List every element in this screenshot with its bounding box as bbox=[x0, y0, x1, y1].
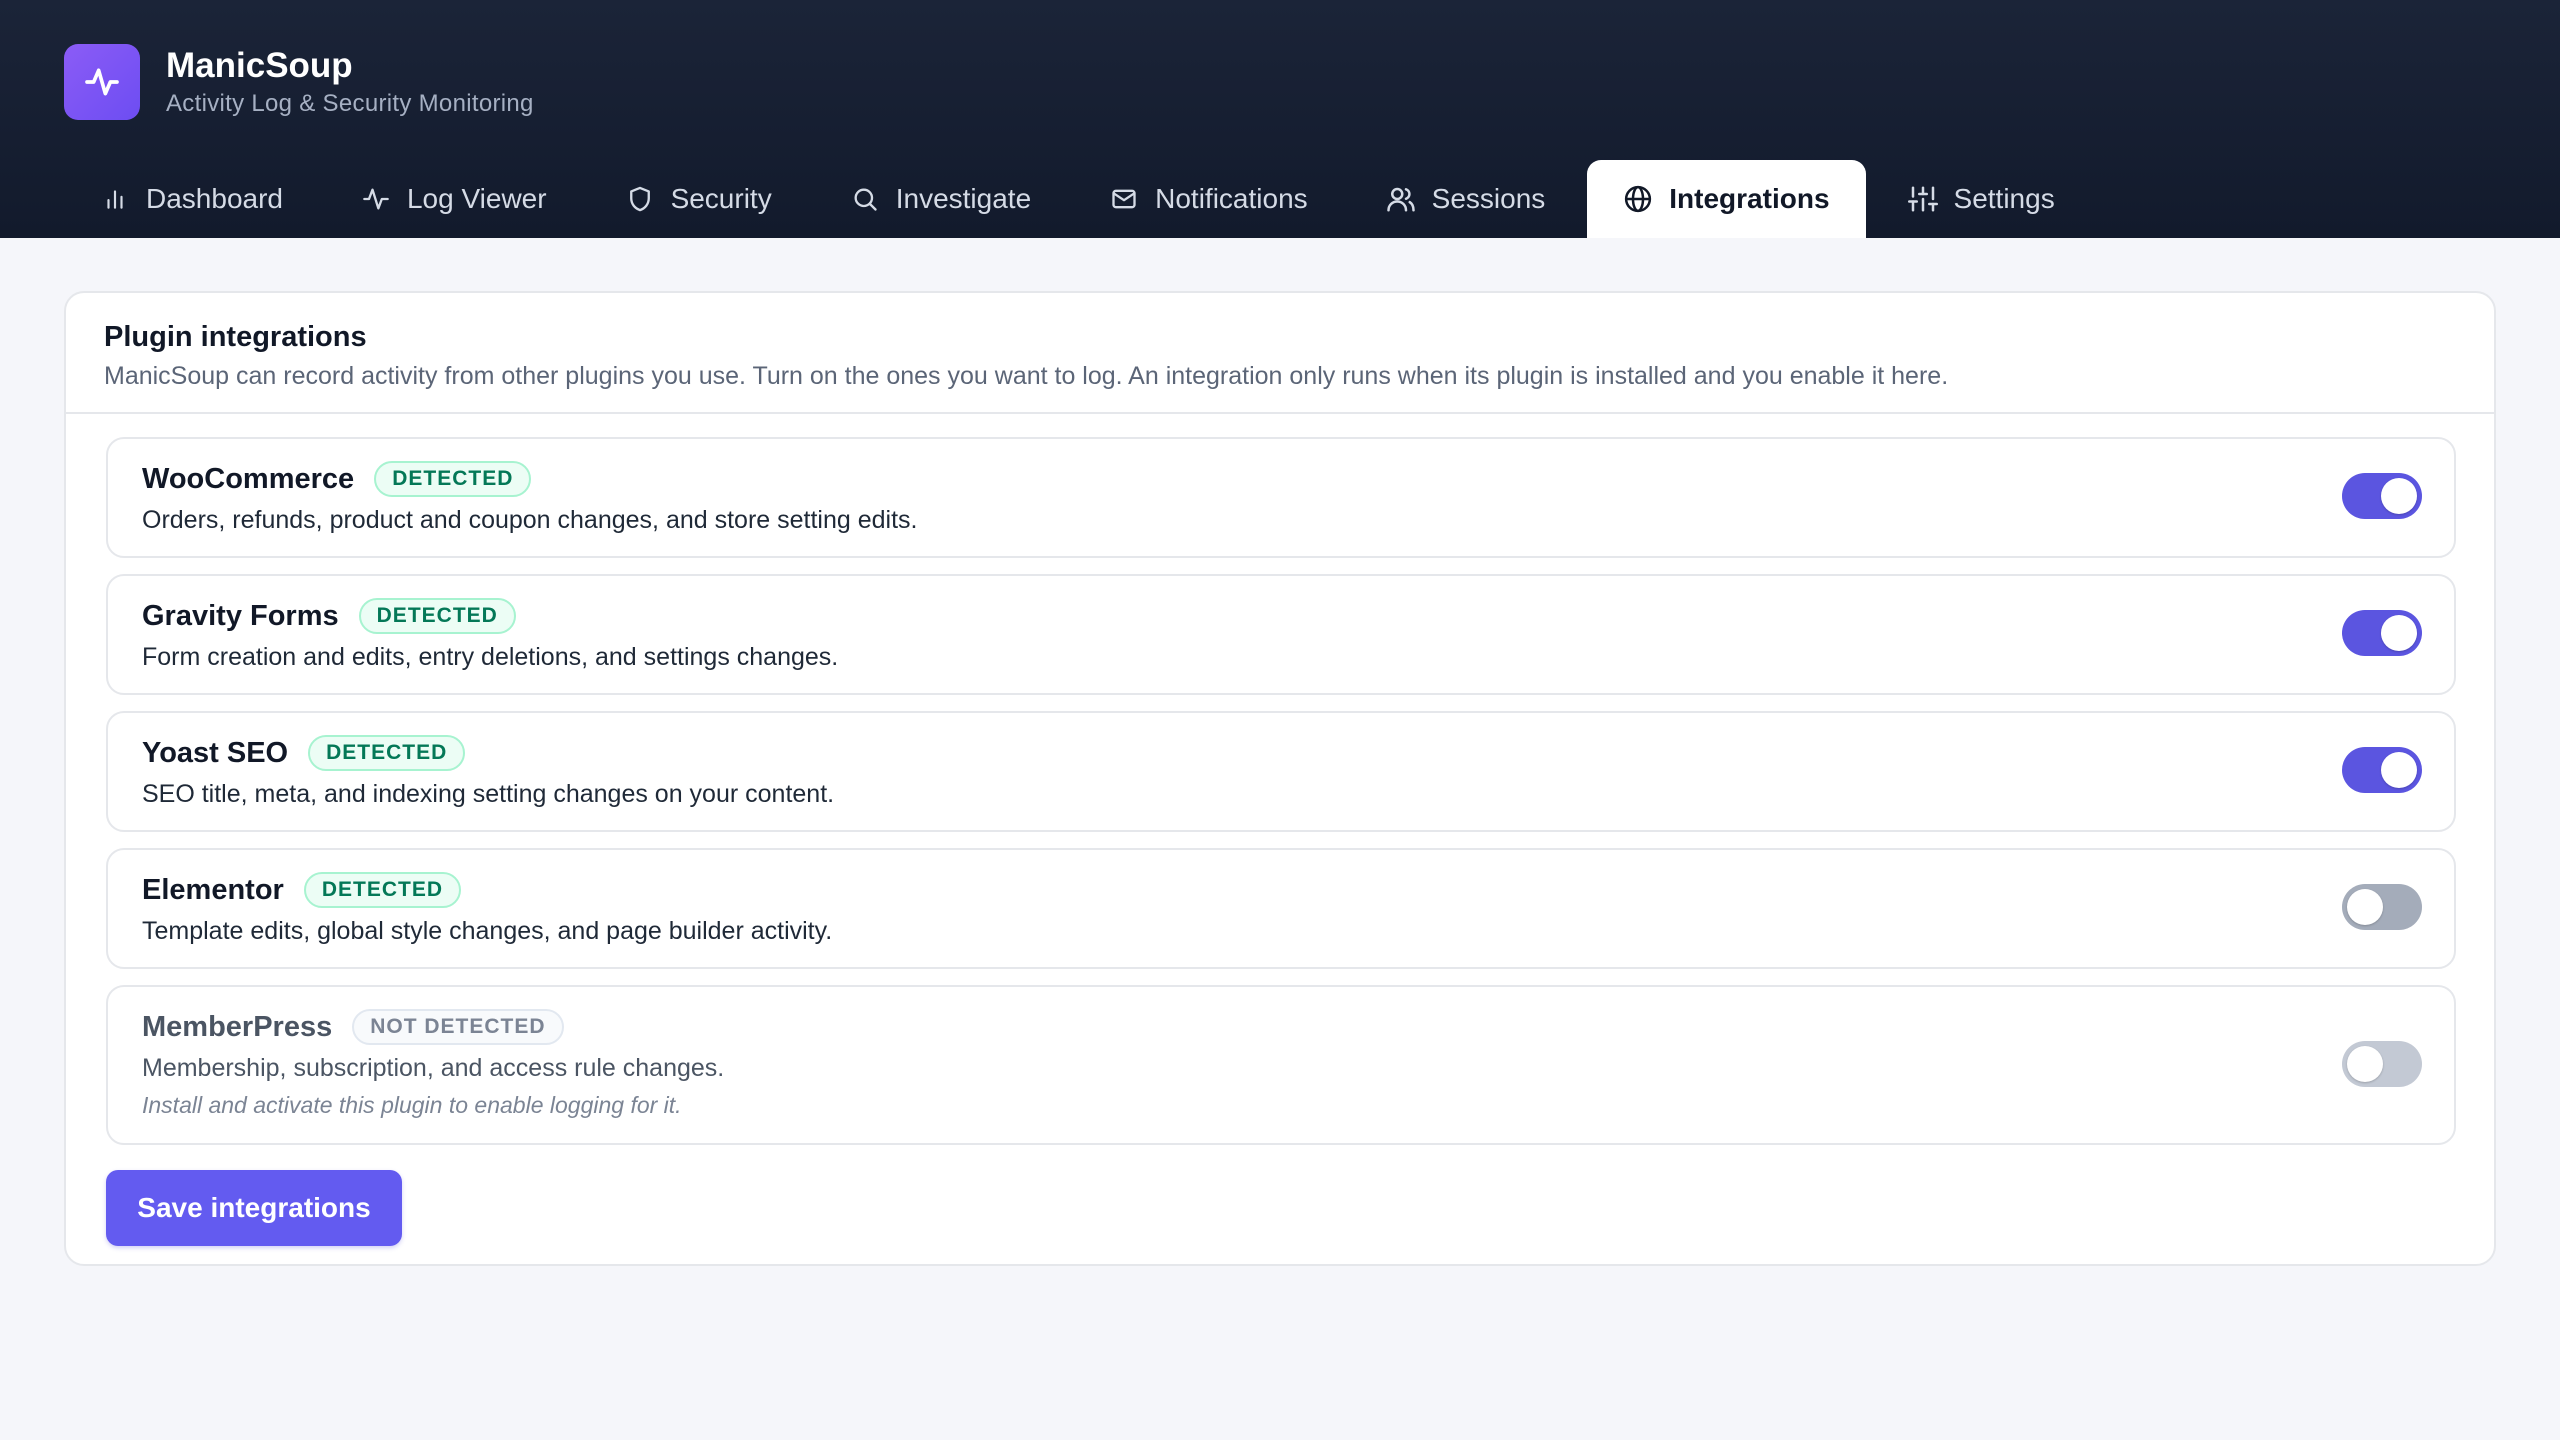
tab-integrations[interactable]: Integrations bbox=[1587, 160, 1866, 238]
tab-investigate[interactable]: Investigate bbox=[814, 160, 1067, 238]
tab-label: Sessions bbox=[1431, 183, 1546, 214]
integration-name: Yoast SEO bbox=[142, 736, 289, 769]
main-tabs: Dashboard Log Viewer Security Investigat… bbox=[64, 160, 2097, 238]
mail-icon bbox=[1109, 184, 1139, 214]
integration-description: Form creation and edits, entry deletions… bbox=[142, 643, 839, 671]
activity-pulse-icon bbox=[64, 44, 140, 120]
integration-description: Membership, subscription, and access rul… bbox=[142, 1054, 725, 1082]
tab-label: Integrations bbox=[1669, 183, 1830, 214]
elementor-toggle[interactable] bbox=[2342, 884, 2422, 930]
tab-settings[interactable]: Settings bbox=[1872, 160, 2091, 238]
integration-woocommerce: WooCommerce DETECTED Orders, refunds, pr… bbox=[106, 437, 2456, 558]
integration-yoast-seo: Yoast SEO DETECTED SEO title, meta, and … bbox=[106, 711, 2456, 832]
tab-dashboard[interactable]: Dashboard bbox=[64, 160, 319, 238]
status-badge: DETECTED bbox=[303, 872, 462, 908]
panel-description: ManicSoup can record activity from other… bbox=[104, 362, 1949, 390]
integration-elementor: Elementor DETECTED Template edits, globa… bbox=[106, 848, 2456, 969]
tab-label: Investigate bbox=[895, 183, 1032, 214]
panel-header: Plugin integrations ManicSoup can record… bbox=[66, 293, 2494, 414]
save-integrations-button[interactable]: Save integrations bbox=[106, 1170, 402, 1246]
toggle-knob bbox=[2381, 615, 2417, 651]
search-icon bbox=[850, 184, 880, 214]
woocommerce-toggle[interactable] bbox=[2342, 473, 2422, 519]
status-badge: DETECTED bbox=[374, 461, 532, 497]
tab-label: Log Viewer bbox=[406, 183, 547, 214]
toggle-knob bbox=[2347, 889, 2383, 925]
integration-description: Orders, refunds, product and coupon chan… bbox=[142, 506, 918, 534]
integration-name: WooCommerce bbox=[142, 462, 355, 495]
bar-chart-icon bbox=[100, 184, 130, 214]
panel-title: Plugin integrations bbox=[104, 321, 367, 353]
status-badge: DETECTED bbox=[308, 735, 466, 771]
tab-security[interactable]: Security bbox=[589, 160, 808, 238]
globe-icon bbox=[1623, 184, 1653, 214]
brand: ManicSoup Activity Log & Security Monito… bbox=[64, 44, 534, 120]
tab-sessions[interactable]: Sessions bbox=[1350, 160, 1582, 238]
tab-log-viewer[interactable]: Log Viewer bbox=[325, 160, 583, 238]
integration-description: Template edits, global style changes, an… bbox=[142, 917, 833, 945]
toggle-knob bbox=[2381, 478, 2417, 514]
integration-description: SEO title, meta, and indexing setting ch… bbox=[142, 780, 835, 808]
app-header: ManicSoup Activity Log & Security Monito… bbox=[0, 0, 2560, 238]
yoast-seo-toggle[interactable] bbox=[2342, 747, 2422, 793]
status-badge: NOT DETECTED bbox=[352, 1009, 564, 1045]
integration-gravity-forms: Gravity Forms DETECTED Form creation and… bbox=[106, 574, 2456, 695]
activity-icon bbox=[361, 184, 391, 214]
tab-notifications[interactable]: Notifications bbox=[1073, 160, 1344, 238]
memberpress-toggle[interactable] bbox=[2342, 1041, 2422, 1087]
tab-label: Security bbox=[670, 183, 772, 214]
integration-name: Elementor bbox=[142, 873, 284, 906]
shield-icon bbox=[625, 184, 655, 214]
status-badge: DETECTED bbox=[358, 598, 516, 634]
tab-label: Notifications bbox=[1155, 183, 1308, 214]
toggle-knob bbox=[2347, 1046, 2383, 1082]
app-name: ManicSoup bbox=[166, 46, 353, 85]
users-icon bbox=[1386, 184, 1416, 214]
app-tagline: Activity Log & Security Monitoring bbox=[166, 90, 534, 117]
integration-list: WooCommerce DETECTED Orders, refunds, pr… bbox=[106, 437, 2456, 1161]
integration-memberpress: MemberPress NOT DETECTED Membership, sub… bbox=[106, 985, 2456, 1145]
integrations-panel: Plugin integrations ManicSoup can record… bbox=[64, 291, 2496, 1266]
integration-name: MemberPress bbox=[142, 1010, 333, 1043]
gravity-forms-toggle[interactable] bbox=[2342, 610, 2422, 656]
integration-note: Install and activate this plugin to enab… bbox=[142, 1092, 682, 1118]
toggle-knob bbox=[2381, 752, 2417, 788]
tab-label: Settings bbox=[1953, 183, 2055, 214]
tab-label: Dashboard bbox=[146, 183, 283, 214]
sliders-icon bbox=[1907, 184, 1938, 214]
integration-name: Gravity Forms bbox=[142, 599, 339, 632]
